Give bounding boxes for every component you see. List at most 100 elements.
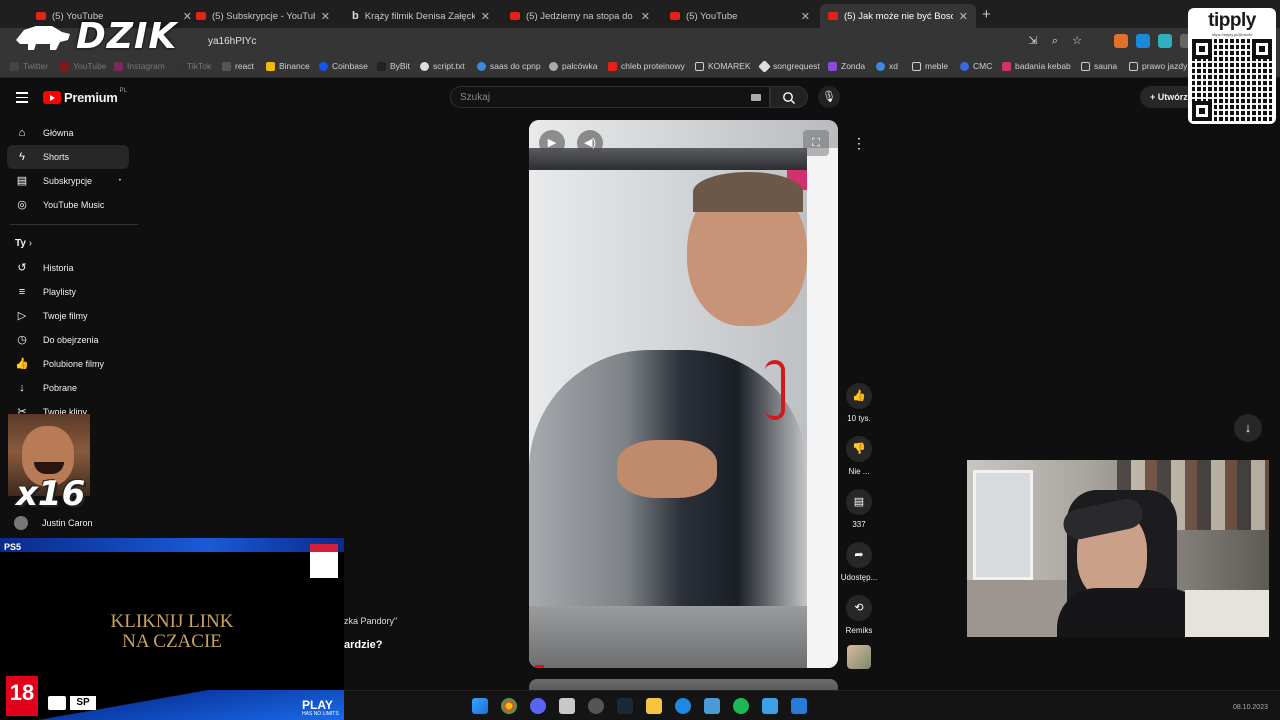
menu-icon[interactable] (16, 92, 28, 106)
share-button[interactable]: ➦ Udostęp... (836, 542, 882, 582)
poland-flag-badge (310, 544, 338, 578)
dislike-button[interactable]: 👎 Nie ... (836, 436, 882, 476)
search-input[interactable]: Szukaj (450, 86, 770, 108)
home-icon: ⌂ (18, 127, 26, 139)
bookmark[interactable]: YouTube (60, 61, 106, 71)
sidebar-you-header[interactable]: Ty › (15, 238, 32, 249)
tipply-name: tipply (1208, 10, 1256, 31)
sidebar-item-home[interactable]: ⌂ Główna (7, 121, 129, 145)
video-progress-bar[interactable] (535, 665, 544, 668)
bookmark[interactable]: xd (876, 61, 898, 71)
bookmark-folder[interactable]: meble (912, 61, 948, 71)
app-icon[interactable] (791, 698, 807, 714)
sound-thumbnail[interactable] (847, 645, 871, 669)
browser-tab[interactable]: (5) YouTube ✕ (662, 4, 818, 28)
bookmark[interactable]: songrequest (758, 59, 820, 73)
bookmark-label: Instagram (127, 61, 165, 71)
sidebar-item-history[interactable]: ↺ Historia (7, 256, 129, 280)
windows-start-icon[interactable] (472, 698, 488, 714)
bookmark-label: KOMAREK (708, 61, 751, 71)
notepad-icon[interactable] (762, 698, 778, 714)
sidebar-item-watch-later[interactable]: ◷ Do obejrzenia (7, 328, 129, 352)
sidebar-item-playlists[interactable]: ≡ Playlisty (7, 280, 129, 304)
bookmark-folder[interactable]: sauna (1081, 61, 1117, 71)
bookmark[interactable]: chleb proteinowy (608, 61, 685, 71)
next-short-button[interactable]: ↓ (1234, 414, 1262, 442)
extension-icon[interactable] (1136, 34, 1150, 48)
bookmark[interactable]: palcówka (549, 61, 597, 71)
close-icon[interactable]: ✕ (801, 10, 810, 23)
bookmark-folder[interactable]: KOMAREK (695, 61, 751, 71)
bookmark[interactable]: CMC (960, 61, 992, 71)
bookmark-star-icon[interactable]: ☆ (1070, 34, 1084, 48)
spotify-icon[interactable] (733, 698, 749, 714)
shorts-player[interactable]: ▶ ◀) ⛶ (529, 120, 838, 668)
share-icon: ➦ (846, 542, 872, 568)
sidebar-item-your-videos[interactable]: ▷ Twoje filmy (7, 304, 129, 328)
more-options-icon[interactable]: ⋮ (848, 132, 870, 154)
search-button[interactable] (770, 86, 808, 108)
close-icon[interactable]: ✕ (959, 10, 968, 23)
browser-tab[interactable]: (5) Subskrypcje - YouTube ✕ (188, 4, 338, 28)
sidebar-item-downloads[interactable]: ↓ Pobrane (7, 376, 129, 400)
bookmark[interactable]: Binance (266, 61, 310, 71)
edge-icon[interactable] (675, 698, 691, 714)
bookmark[interactable]: Coinbase (319, 61, 368, 71)
sidebar-channel-item[interactable]: Justin Caron (14, 516, 93, 530)
shorts-icon: ϟ (19, 151, 25, 163)
url-field[interactable]: ya16hPIYc (208, 36, 256, 47)
microphone-icon[interactable]: 🎙 (818, 86, 840, 108)
sidebar-item-liked[interactable]: 👍 Polubione filmy (7, 352, 129, 376)
fullscreen-icon: ⛶ (812, 137, 820, 149)
bookmark-label: badania kebab (1015, 61, 1071, 71)
sidebar-item-subscriptions[interactable]: ▤ Subskrypcje • (7, 169, 129, 193)
sidebar-item-shorts[interactable]: ϟ Shorts (7, 145, 129, 169)
bookmark[interactable]: ByBit (377, 61, 410, 71)
file-explorer-icon[interactable] (646, 698, 662, 714)
browser-tab[interactable]: (5) Jedziemy na stopa do Niemiec ✕ (502, 4, 658, 28)
bookmark[interactable]: TikTok (174, 61, 211, 71)
close-icon[interactable]: ✕ (481, 10, 490, 23)
new-tab-button[interactable]: + (982, 6, 991, 23)
tool-icon[interactable] (704, 698, 720, 714)
extension-icon[interactable] (1114, 34, 1128, 48)
app-icon[interactable] (559, 698, 575, 714)
obs-icon[interactable] (588, 698, 604, 714)
zoom-icon[interactable]: ⌕ (1048, 34, 1062, 48)
fullscreen-button[interactable]: ⛶ (803, 130, 829, 156)
browser-tab[interactable]: b Krąży filmik Denisa Załęckiego ✕ (344, 4, 498, 28)
comments-button[interactable]: ▤ 337 (836, 489, 882, 529)
like-icon: 👍 (846, 383, 872, 409)
bookmark-folder[interactable]: prawo jazdy (1129, 61, 1187, 71)
bookmark-label: react (235, 61, 254, 71)
bookmark[interactable]: react (222, 61, 254, 71)
like-button[interactable]: 👍 10 tys. (836, 383, 882, 423)
close-icon[interactable]: ✕ (321, 10, 330, 23)
bookmark-label: Coinbase (332, 61, 368, 71)
youtube-premium-logo[interactable]: Premium PL (43, 88, 127, 105)
discord-icon[interactable] (530, 698, 546, 714)
bookmark[interactable]: badania kebab (1002, 61, 1071, 71)
link-icon (477, 61, 486, 71)
sidebar-item-label: Subskrypcje (43, 176, 93, 186)
steam-icon[interactable] (617, 698, 633, 714)
chrome-icon[interactable] (501, 698, 517, 714)
browser-tab-active[interactable]: (5) Jak może nie być Boscha w ✕ (820, 4, 976, 28)
keyboard-icon[interactable] (751, 94, 761, 101)
bookmark[interactable]: Twitter (10, 61, 48, 71)
close-icon[interactable]: ✕ (641, 10, 650, 23)
remix-label: Remiks (845, 626, 873, 635)
new-dot-icon: • (118, 178, 121, 184)
ps5-logo-text: PS5 (4, 542, 22, 552)
bookmark[interactable]: Zonda (828, 61, 865, 71)
sidebar-item-music[interactable]: ◎ YouTube Music (7, 193, 129, 217)
install-icon[interactable]: ⇲ (1026, 34, 1040, 48)
remix-button[interactable]: ⟲ Remiks (836, 595, 882, 635)
bookmark[interactable]: saas do cpnp (477, 61, 541, 71)
bookmark[interactable]: script.txt (420, 61, 465, 71)
avatar (14, 516, 28, 530)
play-button[interactable]: ▶ (539, 130, 565, 156)
volume-button[interactable]: ◀) (577, 130, 603, 156)
extension-icon[interactable] (1158, 34, 1172, 48)
bookmark[interactable]: Instagram (114, 61, 165, 71)
